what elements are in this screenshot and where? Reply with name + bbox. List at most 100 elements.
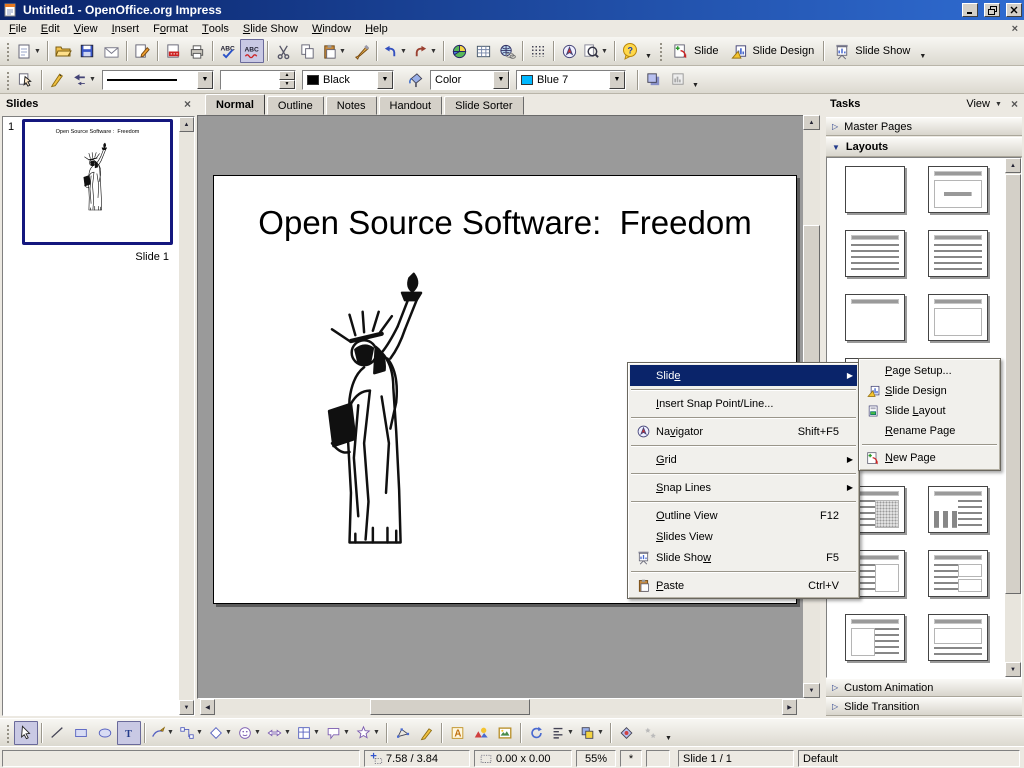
new-button[interactable]: ▼	[14, 39, 44, 63]
tab-notes[interactable]: Notes	[326, 96, 377, 115]
canvas-scroll-down[interactable]: ▼	[803, 683, 820, 698]
menu-help[interactable]: Help	[358, 21, 395, 36]
slide-title-text[interactable]: Open Source Software: Freedom	[244, 204, 766, 242]
context-menu-item-paste[interactable]: PasteCtrl+V	[630, 575, 857, 596]
status-style-cell[interactable]: Default	[798, 750, 1020, 767]
slide-design-button[interactable]: Slide Design	[724, 39, 820, 63]
redo-dropdown-arrow[interactable]: ▼	[429, 48, 438, 55]
callouts-button[interactable]: ▼	[323, 721, 353, 745]
statue-of-liberty-image[interactable]	[302, 268, 470, 560]
block-arrows-dropdown-arrow[interactable]: ▼	[283, 729, 292, 736]
fill-type-select[interactable]: Color▼	[430, 70, 510, 90]
arrowheads-button[interactable]: ▼	[69, 68, 99, 92]
slides-scroll-up[interactable]: ▲	[179, 117, 194, 132]
canvas-scroll-up[interactable]: ▲	[803, 115, 820, 130]
canvas-scroll-right[interactable]: ▶	[782, 699, 797, 715]
slides-scroll-down[interactable]: ▼	[179, 700, 194, 715]
toolbar-handle[interactable]	[5, 41, 11, 61]
status-zoom-cell[interactable]: 55%	[576, 750, 616, 767]
design-button[interactable]	[665, 68, 689, 92]
layout-thumb-widebox-bullets[interactable]	[928, 614, 988, 661]
edit-file-button[interactable]	[130, 39, 154, 63]
tasks-panel-close-button[interactable]: ×	[1011, 97, 1018, 111]
save-button[interactable]	[75, 39, 99, 63]
section-custom-animation[interactable]: ▷Custom Animation	[826, 678, 1022, 697]
line-color-dropdown[interactable]: ▼	[377, 71, 393, 89]
layout-thumb-title-bullets[interactable]	[845, 230, 905, 277]
status-slide-cell[interactable]: Slide 1 / 1	[678, 750, 794, 767]
status-modified-cell[interactable]: *	[620, 750, 642, 767]
redo-button[interactable]: ▼	[410, 39, 440, 63]
hyperlink-button[interactable]	[495, 39, 519, 63]
shadow-button[interactable]	[641, 68, 665, 92]
export-pdf-button[interactable]	[161, 39, 185, 63]
context-menu-item-insert-snap[interactable]: Insert Snap Point/Line...	[630, 393, 857, 414]
gallery-button[interactable]	[469, 721, 493, 745]
flowchart-button[interactable]: ▼	[294, 721, 323, 745]
section-master-pages[interactable]: ▷Master Pages	[826, 117, 1022, 136]
chart-button[interactable]	[447, 39, 471, 63]
toolbar-overflow-button[interactable]: ▼	[642, 40, 655, 62]
fontwork-button[interactable]: A	[445, 721, 469, 745]
layouts-scrollbar[interactable]: ▲ ▼	[1005, 158, 1021, 677]
text-button[interactable]: T	[117, 721, 141, 745]
tab-handout[interactable]: Handout	[379, 96, 443, 115]
close-button[interactable]	[1006, 3, 1022, 17]
table-button[interactable]	[471, 39, 495, 63]
status-size-cell[interactable]: 0.00 x 0.00	[474, 750, 572, 767]
select-button[interactable]	[14, 721, 38, 745]
context-menu-item-navigator[interactable]: NavigatorShift+F5	[630, 421, 857, 442]
connector-button[interactable]: ▼	[177, 721, 206, 745]
menu-view[interactable]: View	[67, 21, 105, 36]
callouts-dropdown-arrow[interactable]: ▼	[342, 729, 351, 736]
object-overflow-button[interactable]: ▼	[689, 69, 702, 91]
display-grid-button[interactable]	[526, 39, 550, 63]
slides-scrollbar[interactable]: ▲ ▼	[179, 117, 194, 715]
copy-button[interactable]	[295, 39, 319, 63]
layout-thumb-chart-bullets[interactable]	[928, 486, 988, 533]
context-menu-item-snap-lines[interactable]: Snap Lines▶	[630, 477, 857, 498]
open-button[interactable]	[51, 39, 75, 63]
layout-thumb-title-box[interactable]	[928, 294, 988, 341]
tab-outline[interactable]: Outline	[267, 96, 324, 115]
undo-button[interactable]: ▼	[380, 39, 410, 63]
layouts-scroll-up[interactable]: ▲	[1005, 158, 1021, 173]
context-menu-item-slides-view[interactable]: Slides View	[630, 526, 857, 547]
arrange-dropdown-arrow[interactable]: ▼	[596, 729, 605, 736]
close-document-button[interactable]: ×	[1012, 23, 1018, 35]
restore-button[interactable]	[984, 3, 1000, 17]
slide-show-button[interactable]: Slide Show	[827, 39, 916, 63]
navigator-button[interactable]	[557, 39, 581, 63]
flowchart-dropdown-arrow[interactable]: ▼	[312, 729, 321, 736]
spin-down[interactable]: ▼	[279, 80, 295, 89]
cut-button[interactable]	[271, 39, 295, 63]
canvas-hscroll-thumb[interactable]	[370, 699, 530, 715]
edit-points-tool-button[interactable]	[390, 721, 414, 745]
alignment-dropdown-arrow[interactable]: ▼	[566, 729, 575, 736]
stars-dropdown-arrow[interactable]: ▼	[372, 729, 381, 736]
tab-normal[interactable]: Normal	[205, 94, 265, 115]
canvas-hscrollbar[interactable]: ◀ ▶	[200, 699, 797, 715]
submenu-item-page-setup[interactable]: Page Setup...	[861, 361, 998, 381]
arrange-button[interactable]: ▼	[577, 721, 607, 745]
object-toolbar-handle[interactable]	[5, 70, 11, 90]
layouts-scroll-thumb[interactable]	[1005, 174, 1021, 594]
basic-shapes-button[interactable]: ▼	[206, 721, 235, 745]
format-paintbrush-button[interactable]	[349, 39, 373, 63]
fill-type-dropdown[interactable]: ▼	[493, 71, 509, 89]
interaction-button[interactable]	[614, 721, 638, 745]
symbol-shapes-button[interactable]: ▼	[235, 721, 264, 745]
menu-edit[interactable]: Edit	[34, 21, 67, 36]
line-color-select[interactable]: Black▼	[302, 70, 394, 90]
menu-window[interactable]: Window	[305, 21, 358, 36]
email-button[interactable]	[99, 39, 123, 63]
insert-slide-button[interactable]: Slide	[667, 39, 724, 63]
line-width-field[interactable]: ▲▼	[220, 70, 296, 90]
section-slide-transition[interactable]: ▷Slide Transition	[826, 697, 1022, 716]
menu-format[interactable]: Format	[146, 21, 195, 36]
slides-panel-close-button[interactable]: ×	[184, 97, 191, 111]
stars-button[interactable]: ▼	[353, 721, 383, 745]
submenu-item-slide-layout[interactable]: Slide Layout	[861, 401, 998, 421]
fill-color-dropdown[interactable]: ▼	[609, 71, 625, 89]
line-button[interactable]	[45, 68, 69, 92]
